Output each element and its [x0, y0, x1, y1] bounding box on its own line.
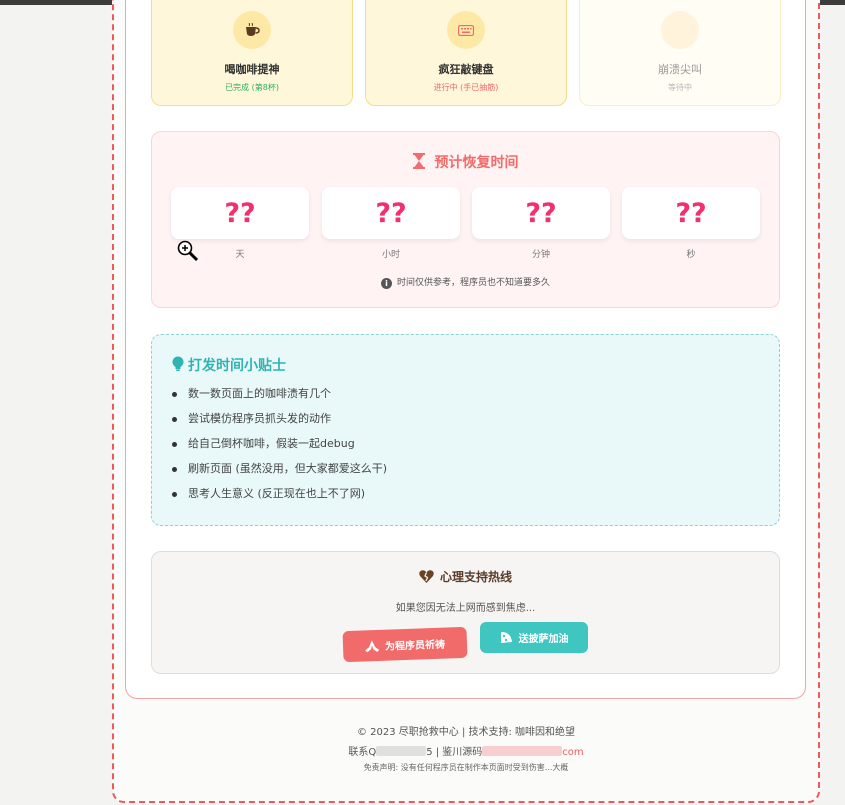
tips-title: 打发时间小贴士 — [172, 355, 286, 375]
redacted-block — [482, 746, 563, 756]
copyright-text: 尽职抢救中心 | 技术支持: 咖啡因和绝望 — [398, 727, 576, 738]
status-subtitle: 已完成 (第8杯) — [225, 83, 279, 92]
time-label-hours: 小时 — [381, 250, 400, 260]
recovery-panel: 预计恢复时间 ?? ?? ?? ?? 天 小时 分钟 秒 i 时间仅供参考，程序员… — [151, 131, 780, 308]
status-title: 喝咖啡提神 — [224, 63, 280, 76]
time-box-minutes: ?? — [472, 187, 610, 239]
support-title-text: 心理支持热线 — [439, 570, 512, 584]
time-label-minutes: 分钟 — [531, 250, 550, 260]
pray-button[interactable]: 为程序员祈祷 — [342, 626, 468, 663]
recovery-note-text: 时间仅供参考，程序员也不知道要多久 — [396, 278, 550, 288]
recovery-title-text: 预计恢复时间 — [434, 155, 519, 171]
footer-disclaimer: 免责声明: 没有任何程序员在制作本页面时受到伤害...大概 — [363, 763, 569, 772]
time-box-hours: ?? — [322, 187, 460, 239]
support-title: 心理支持热线 — [152, 568, 779, 585]
hourglass-icon — [412, 153, 425, 173]
copyright-year: © 2023 — [356, 727, 396, 738]
status-card-keyboard: 疯狂敲键盘 进行中 (手已抽筋) — [365, 0, 567, 106]
footer-copyright: © 2023 尽职抢救中心 | 技术支持: 咖啡因和绝望 — [112, 723, 820, 738]
pizza-button-label: 送披萨加油 — [518, 634, 569, 645]
tips-title-text: 打发时间小贴士 — [188, 358, 286, 374]
praying-hands-icon — [365, 639, 380, 652]
status-title: 崩溃尖叫 — [658, 63, 702, 76]
list-item: 给自己倒杯咖啡，假装一起debug — [171, 437, 387, 462]
contact-link[interactable]: com — [562, 747, 583, 758]
zoom-cursor-icon — [177, 240, 199, 266]
redacted-block — [376, 746, 427, 756]
scream-icon — [661, 11, 699, 49]
broken-heart-icon — [419, 570, 434, 583]
footer-contact: 联系Q 5 | 鉴川源码 com — [112, 743, 820, 758]
keyboard-icon — [447, 11, 485, 49]
list-item: 刷新页面 (虽然没用，但大家都爱这么干) — [171, 462, 387, 487]
time-box-seconds: ?? — [622, 187, 760, 239]
support-panel: 心理支持热线 如果您因无法上网而感到焦虑... 为程序员祈祷 送披萨加油 — [151, 551, 780, 674]
status-card-coffee: 喝咖啡提神 已完成 (第8杯) — [151, 0, 353, 106]
recovery-note: i 时间仅供参考，程序员也不知道要多久 — [152, 275, 779, 289]
coffee-icon — [233, 11, 271, 49]
tips-list: 数一数页面上的咖啡渍有几个 尝试模仿程序员抓头发的动作 给自己倒杯咖啡，假装一起… — [171, 387, 387, 512]
list-item: 数一数页面上的咖啡渍有几个 — [171, 387, 387, 412]
contact-text: 5 | 鉴川源码 — [426, 747, 483, 758]
contact-prefix: 联系Q — [348, 747, 377, 758]
lightbulb-icon — [172, 356, 184, 371]
tips-panel: 打发时间小贴士 数一数页面上的咖啡渍有几个 尝试模仿程序员抓头发的动作 给自己倒… — [151, 334, 780, 526]
status-subtitle: 进行中 (手已抽筋) — [433, 83, 499, 92]
pizza-button[interactable]: 送披萨加油 — [480, 622, 588, 653]
status-card-scream: 崩溃尖叫 等待中 — [579, 0, 781, 106]
time-box-days: ?? — [171, 187, 309, 239]
time-label-seconds: 秒 — [686, 250, 696, 260]
list-item: 思考人生意义 (反正现在也上不了网) — [171, 487, 387, 512]
pizza-icon — [500, 632, 512, 643]
status-subtitle: 等待中 — [668, 83, 692, 92]
recovery-title: 预计恢复时间 — [152, 152, 779, 173]
status-title: 疯狂敲键盘 — [438, 63, 494, 76]
support-subtitle: 如果您因无法上网而感到焦虑... — [395, 603, 536, 614]
info-icon: i — [380, 278, 392, 289]
list-item: 尝试模仿程序员抓头发的动作 — [171, 412, 387, 437]
pray-button-label: 为程序员祈祷 — [384, 639, 446, 653]
